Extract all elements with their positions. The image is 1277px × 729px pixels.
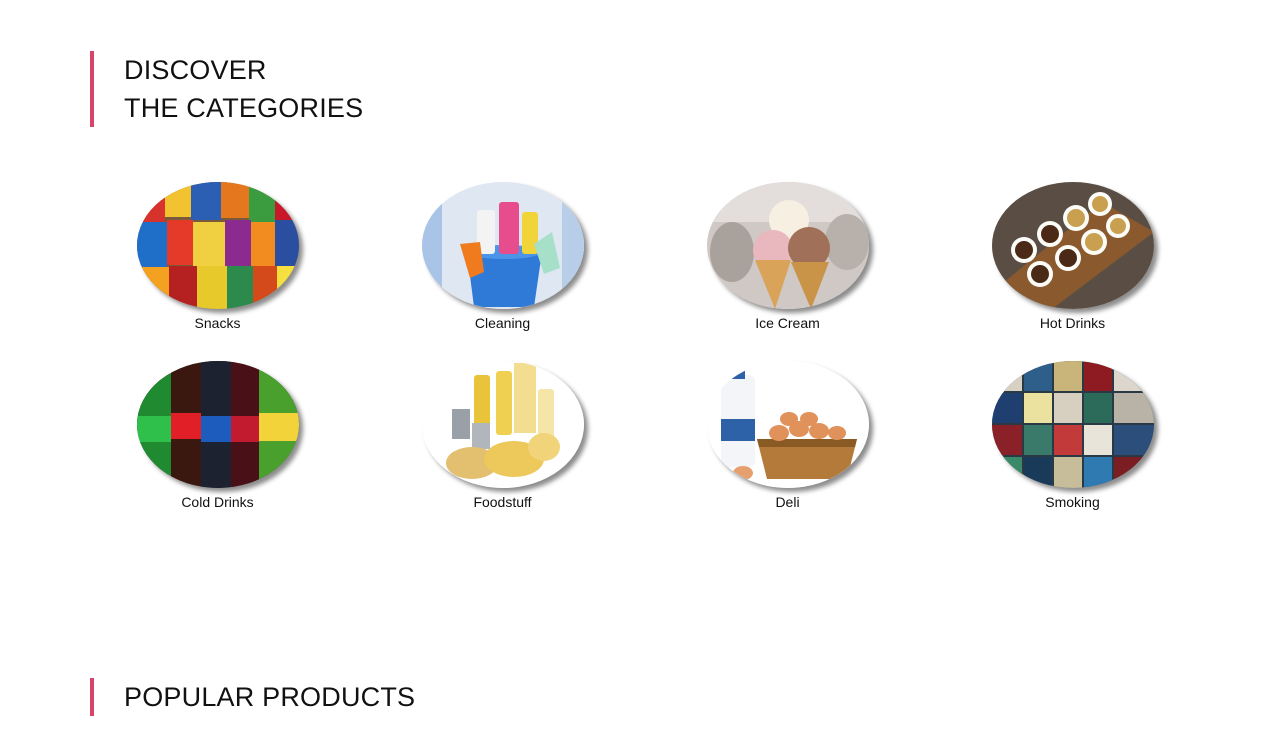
popular-products-heading: POPULAR PRODUCTS [90, 678, 415, 716]
category-cleaning[interactable]: Cleaning [360, 182, 645, 332]
heading-line-discover: DISCOVER [124, 55, 267, 85]
category-ice-cream[interactable]: Ice Cream [645, 182, 930, 332]
category-label: Smoking [1045, 494, 1100, 510]
heading-line-categories: THE CATEGORIES [124, 93, 364, 123]
hot-drinks-image[interactable] [991, 182, 1154, 309]
cleaning-image[interactable] [421, 182, 584, 309]
deli-image[interactable] [706, 361, 869, 488]
category-label: Hot Drinks [1039, 315, 1106, 331]
category-foodstuff[interactable]: Foodstuff [360, 361, 645, 511]
discover-categories-heading: DISCOVER THE CATEGORIES [90, 51, 363, 127]
popular-products-title: POPULAR PRODUCTS [124, 682, 416, 712]
category-deli[interactable]: Deli [645, 361, 930, 511]
category-hot-drinks[interactable]: Hot Drinks [930, 182, 1215, 332]
category-cold-drinks[interactable]: Cold Drinks [75, 361, 360, 511]
category-label: Cold Drinks [181, 494, 254, 510]
smoking-image[interactable] [991, 361, 1154, 488]
category-label: Deli [775, 494, 800, 510]
category-grid: Snacks Cleaning Ice Cream Hot Drinks Col… [75, 182, 1215, 511]
snacks-image[interactable] [136, 182, 299, 309]
category-snacks[interactable]: Snacks [75, 182, 360, 332]
foodstuff-image[interactable] [421, 361, 584, 488]
ice-cream-image[interactable] [706, 182, 869, 309]
category-smoking[interactable]: Smoking [930, 361, 1215, 511]
category-label: Snacks [194, 315, 241, 331]
category-label: Ice Cream [755, 315, 820, 331]
category-label: Foodstuff [473, 494, 532, 510]
cold-drinks-image[interactable] [136, 361, 299, 488]
category-label: Cleaning [474, 315, 531, 331]
